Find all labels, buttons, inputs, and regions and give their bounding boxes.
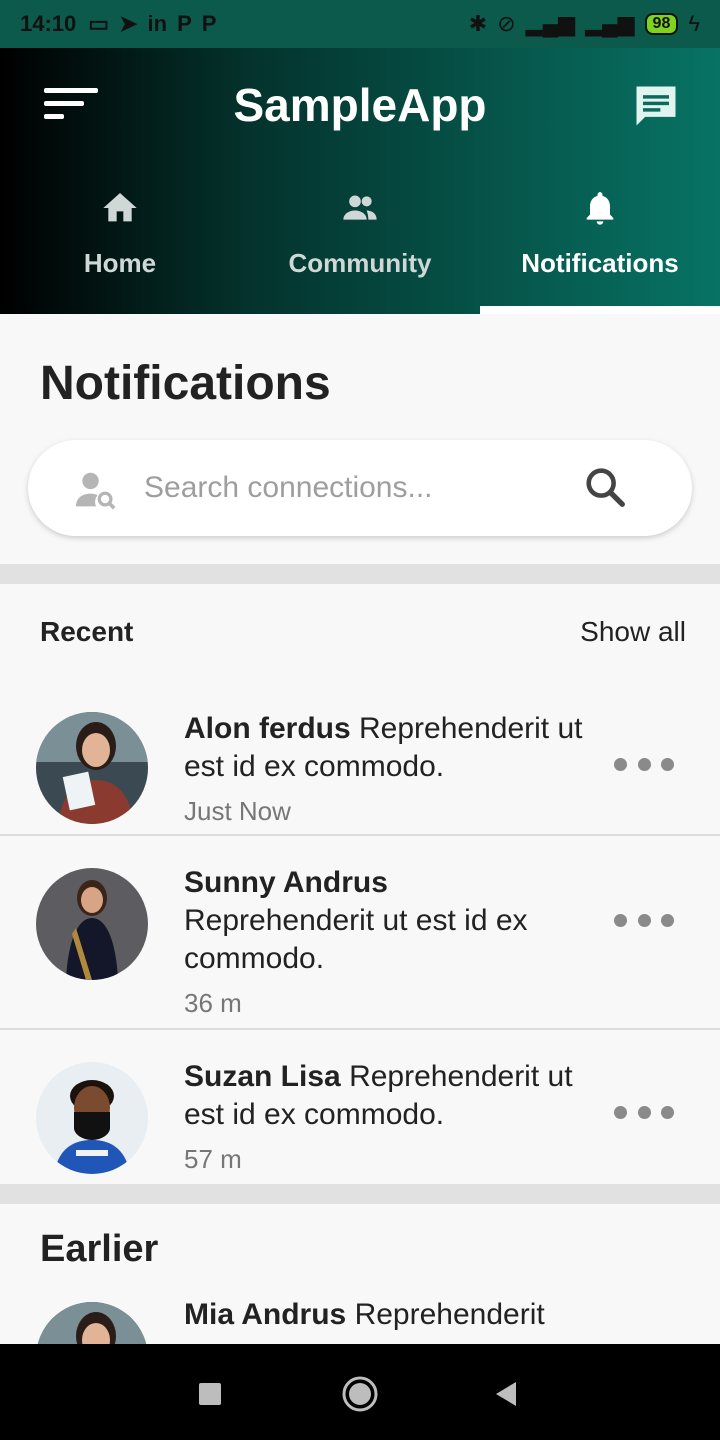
section-heading-recent: Recent: [40, 616, 134, 647]
chat-icon: [636, 86, 676, 126]
notification-time: 57 m: [184, 1144, 242, 1174]
p-app-icon: P: [177, 11, 192, 36]
notification-text: Suzan Lisa Reprehenderit ut est id ex co…: [184, 1058, 584, 1134]
tab-community[interactable]: Community: [240, 178, 480, 314]
charging-icon: ϟ: [688, 11, 700, 36]
notification-text: Alon ferdus Reprehenderit ut est id ex c…: [184, 710, 584, 786]
notification-author: Alon ferdus: [184, 712, 351, 745]
notification-time: 36 m: [184, 988, 242, 1018]
user-search-icon: [76, 472, 116, 510]
more-options-button[interactable]: [614, 908, 674, 932]
tab-notifications[interactable]: Notifications: [480, 178, 720, 314]
notification-message: Reprehenderit ut est id ex commodo.: [184, 904, 528, 975]
notification-item[interactable]: Alon ferdus Reprehenderit ut est id ex c…: [0, 690, 720, 836]
notification-text: Sunny Andrus Reprehenderit ut est id ex …: [184, 864, 584, 978]
search-icon[interactable]: [582, 464, 628, 510]
system-nav-bar: [0, 1344, 720, 1440]
section-divider: [0, 1184, 720, 1204]
more-icon: [661, 757, 674, 771]
notification-author: Mia Andrus: [184, 1298, 347, 1331]
app-bar: SampleApp Home Community Notifications: [0, 48, 720, 314]
avatar: [36, 1302, 148, 1344]
avatar: [36, 868, 148, 980]
more-icon: [637, 1105, 651, 1119]
tab-label: Notifications: [521, 248, 679, 278]
people-icon: [343, 195, 377, 220]
bell-icon: [586, 192, 614, 225]
chat-button[interactable]: [630, 80, 682, 132]
tab-label: Home: [83, 248, 157, 278]
notification-time: Just Now: [184, 796, 291, 826]
more-icon: [614, 913, 627, 927]
notification-author: Sunny Andrus: [184, 866, 388, 899]
more-icon: [614, 757, 627, 771]
tab-label: Community: [288, 248, 432, 278]
avatar: [36, 712, 148, 824]
linkedin-icon: in: [147, 11, 168, 36]
signal-icon: ▂▄▆: [525, 11, 576, 36]
tab-bar: Home Community Notifications: [0, 178, 720, 314]
signal-icon: ▂▄▆: [585, 11, 635, 36]
notifications-content: Notifications Recent Show all: [0, 314, 720, 1344]
page-title: Notifications: [40, 357, 331, 410]
home-icon: [103, 193, 137, 222]
more-icon: [661, 1105, 674, 1119]
more-options-button[interactable]: [614, 752, 674, 776]
battery-icon: 98: [644, 13, 679, 35]
notification-item[interactable]: Suzan Lisa Reprehenderit ut est id ex co…: [0, 1030, 720, 1184]
show-all-link[interactable]: Show all: [580, 616, 686, 648]
notification-item[interactable]: Sunny Andrus Reprehenderit ut est id ex …: [0, 836, 720, 1030]
more-icon: [614, 1105, 627, 1119]
more-icon: [637, 913, 651, 927]
telegram-icon: ➤: [119, 11, 138, 36]
bluetooth-icon: ✱: [468, 11, 488, 36]
alarm-off-icon: ⊘: [497, 11, 516, 36]
avatar: [36, 1062, 148, 1174]
section-heading-earlier: Earlier: [40, 1228, 159, 1270]
back-button[interactable]: [486, 1374, 526, 1414]
more-icon: [637, 757, 651, 771]
status-time: 14:10: [20, 11, 77, 36]
notification-item[interactable]: Mia Andrus Reprehenderit: [0, 1284, 720, 1344]
section-divider: [0, 564, 720, 584]
search-bar: [28, 440, 692, 536]
notification-message: Reprehenderit: [354, 1298, 545, 1331]
more-icon: [661, 913, 674, 927]
p-app-icon: P: [201, 11, 217, 36]
app-title: SampleApp: [233, 79, 487, 131]
home-button[interactable]: [340, 1374, 380, 1414]
tab-home[interactable]: Home: [0, 178, 240, 314]
message-icon: ▭: [88, 11, 110, 36]
notification-author: Suzan Lisa: [184, 1060, 341, 1093]
recents-button[interactable]: [190, 1374, 230, 1414]
notification-text: Mia Andrus Reprehenderit: [184, 1296, 584, 1334]
status-bar: 14:10 ▭ ➤ in P P ✱ ⊘ ▂▄▆ ▂▄▆ 98 ϟ: [0, 0, 720, 48]
tab-indicator: [480, 306, 720, 314]
more-options-button[interactable]: [614, 1100, 674, 1124]
search-input[interactable]: [144, 462, 574, 514]
